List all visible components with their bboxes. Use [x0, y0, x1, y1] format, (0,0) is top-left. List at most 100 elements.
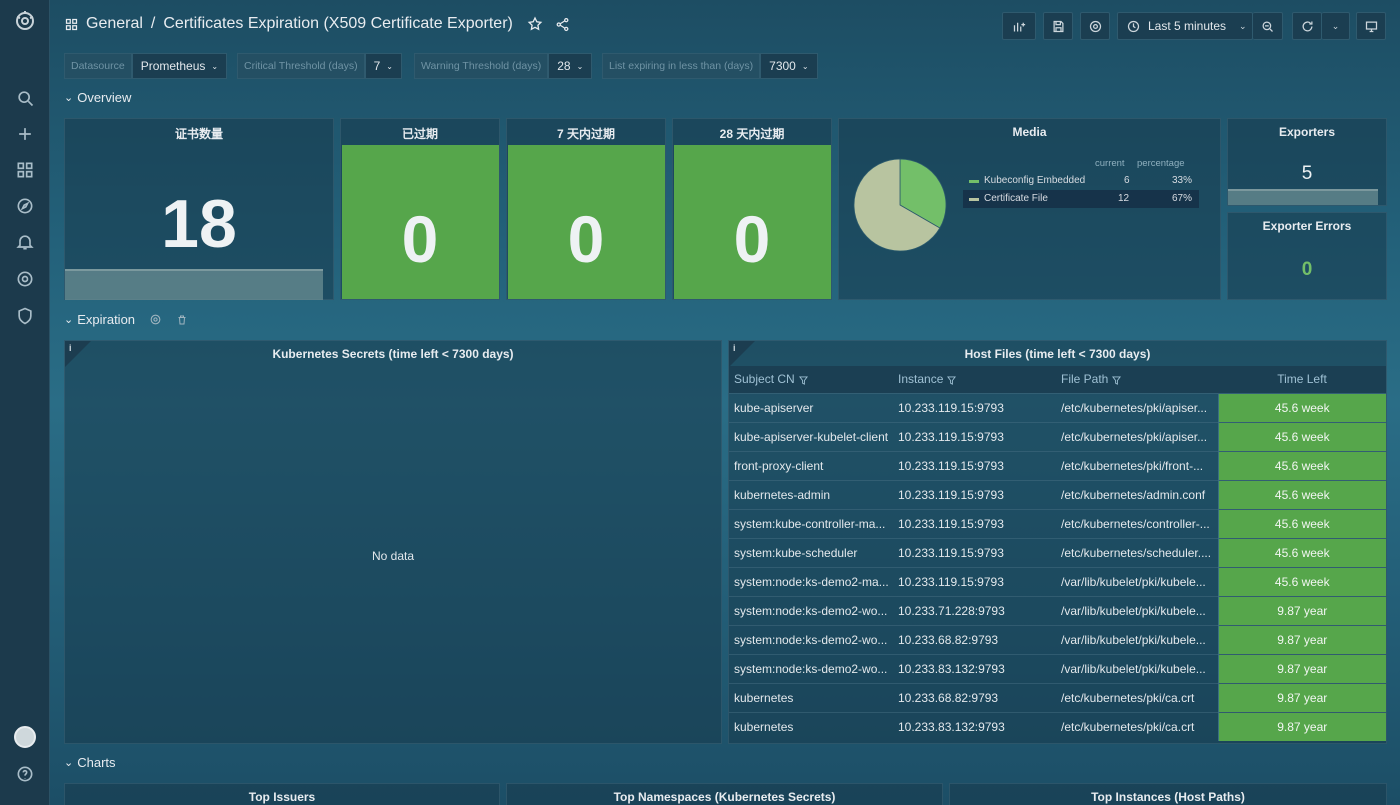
legend-item[interactable]: Certificate File 12 67%: [963, 190, 1199, 208]
cell-instance: 10.233.68.82:9793: [893, 682, 1056, 712]
panel-title: 证书数量: [174, 127, 223, 141]
bell-icon[interactable]: [13, 230, 37, 254]
cell-instance: 10.233.119.15:9793: [893, 421, 1056, 451]
chevron-down-icon: ⌄: [211, 61, 219, 71]
panel-media: Media current percentage Kubeconfig Embe…: [838, 118, 1221, 300]
cell-time-left: 9.87 year: [1217, 595, 1386, 625]
save-button[interactable]: [1043, 12, 1073, 40]
stat-value: 5: [1301, 163, 1313, 184]
panel-title: Top Instances (Host Paths): [1091, 790, 1245, 804]
help-icon[interactable]: [13, 762, 37, 786]
panel-title: Host Files (time left < 7300 days): [964, 347, 1151, 361]
row-expiration[interactable]: ⌄ Expiration: [64, 312, 188, 327]
row-title-label: Charts: [77, 755, 116, 770]
table-row[interactable]: system:kube-scheduler 10.233.119.15:9793/…: [729, 537, 1386, 567]
cell-subject-cn: front-proxy-client: [729, 450, 893, 480]
table-header-row: Subject CN Instance File Path Time Left: [729, 366, 1386, 393]
filter-icon[interactable]: [1112, 376, 1122, 385]
clock-icon: [1126, 19, 1141, 34]
plus-icon[interactable]: [13, 122, 37, 146]
cell-subject-cn: system:node:ks-demo2-ma...: [729, 566, 893, 596]
dashboards-icon[interactable]: [13, 158, 37, 182]
cell-instance: 10.233.119.15:9793: [893, 566, 1056, 596]
table-row[interactable]: kubernetes 10.233.83.132:9793/etc/kuberne…: [729, 711, 1386, 741]
dashboards-grid-icon: [64, 17, 79, 32]
settings-button[interactable]: [1080, 12, 1110, 40]
cell-file-path: /etc/kubernetes/pki/front-...: [1056, 450, 1218, 480]
table-row[interactable]: system:kube-controller-ma... 10.233.119.1…: [729, 508, 1386, 538]
cell-file-path: /etc/kubernetes/pki/ca.crt: [1056, 711, 1218, 741]
cell-time-left: 45.6 week: [1217, 537, 1386, 567]
cell-time-left: 9.87 year: [1217, 624, 1386, 654]
row-charts[interactable]: ⌄ Charts: [64, 755, 116, 770]
star-icon[interactable]: [527, 16, 543, 32]
filter-icon[interactable]: [798, 376, 808, 385]
panel-top-issuers: Top Issuers: [64, 783, 500, 805]
panel-expiring-7d: 7 天内过期 0: [506, 118, 666, 300]
cell-subject-cn: kubernetes: [729, 682, 893, 712]
avatar[interactable]: [14, 726, 36, 748]
critical-threshold-select[interactable]: 7 ⌄: [364, 53, 402, 79]
grafana-logo-icon[interactable]: [12, 8, 38, 34]
breadcrumb-folder[interactable]: General: [86, 15, 143, 33]
column-header-label: Subject CN: [734, 372, 795, 387]
time-range-label: Last 5 minutes: [1148, 19, 1227, 33]
cell-file-path: /var/lib/kubelet/pki/kubele...: [1056, 624, 1218, 654]
gear-icon[interactable]: [13, 267, 37, 291]
trash-icon[interactable]: [176, 314, 188, 326]
row-overview[interactable]: ⌄ Overview: [64, 90, 131, 105]
column-header-instance[interactable]: Instance: [893, 366, 1056, 393]
stat-value: 0: [401, 202, 439, 276]
chevron-down-icon: ⌄: [64, 92, 74, 104]
table-row[interactable]: kube-apiserver-kubelet-client 10.233.119.…: [729, 421, 1386, 451]
table-row[interactable]: kubernetes-admin 10.233.119.15:9793/etc/k…: [729, 479, 1386, 509]
page-title[interactable]: Certificates Expiration (X509 Certificat…: [163, 15, 512, 33]
add-panel-button[interactable]: [1002, 12, 1036, 40]
refresh-interval-dropdown[interactable]: ⌄: [1322, 12, 1350, 40]
cell-subject-cn: kubernetes-admin: [729, 479, 893, 509]
panel-expired: 已过期 0: [340, 118, 500, 300]
tv-mode-button[interactable]: [1356, 12, 1386, 40]
table-row[interactable]: system:node:ks-demo2-wo... 10.233.83.132:…: [729, 653, 1386, 683]
table-row[interactable]: system:node:ks-demo2-wo... 10.233.68.82:9…: [729, 624, 1386, 654]
table-row[interactable]: front-proxy-client 10.233.119.15:9793/etc…: [729, 450, 1386, 480]
cell-instance: 10.233.68.82:9793: [893, 624, 1056, 654]
column-header-time-left[interactable]: Time Left: [1218, 366, 1386, 393]
legend-percentage: 33%: [1172, 175, 1193, 186]
stat-value: 18: [161, 186, 237, 262]
panel-total-certs: 证书数量 18: [64, 118, 334, 300]
share-icon[interactable]: [555, 17, 570, 32]
shield-icon[interactable]: [13, 304, 37, 328]
column-header-file-path[interactable]: File Path: [1056, 366, 1218, 393]
column-header-subject-cn[interactable]: Subject CN: [729, 366, 893, 393]
chevron-down-icon: ⌄: [64, 314, 74, 326]
stat-value: 0: [1301, 259, 1313, 280]
chevron-down-icon: ⌄: [576, 61, 584, 71]
row-title-label: Expiration: [77, 312, 136, 327]
filter-icon[interactable]: [947, 376, 957, 385]
panel-title: 7 天内过期: [556, 127, 615, 141]
refresh-button[interactable]: [1292, 12, 1322, 40]
gear-icon[interactable]: [149, 313, 162, 326]
table-row[interactable]: kubernetes 10.233.68.82:9793/etc/kubernet…: [729, 682, 1386, 712]
variable-warning-threshold: Warning Threshold (days) 28 ⌄: [414, 53, 593, 79]
list-expiring-select[interactable]: 7300 ⌄: [760, 53, 818, 79]
table-row[interactable]: kube-apiserver 10.233.119.15:9793/etc/kub…: [729, 392, 1386, 422]
warning-threshold-select[interactable]: 28 ⌄: [548, 53, 593, 79]
legend-item[interactable]: Kubeconfig Embedded 6 33%: [963, 172, 1199, 190]
legend-label: Kubeconfig Embedded: [984, 175, 1086, 186]
time-range-picker[interactable]: Last 5 minutes ⌄: [1117, 12, 1253, 40]
cell-instance: 10.233.119.15:9793: [893, 479, 1056, 509]
cell-time-left: 9.87 year: [1217, 711, 1386, 741]
cell-file-path: /var/lib/kubelet/pki/kubele...: [1056, 566, 1218, 596]
datasource-select[interactable]: Prometheus ⌄: [131, 53, 228, 79]
cell-instance: 10.233.119.15:9793: [893, 392, 1056, 422]
variable-value: Prometheus: [140, 59, 206, 73]
cell-time-left: 9.87 year: [1217, 653, 1386, 683]
zoom-out-button[interactable]: [1253, 12, 1283, 40]
explore-icon[interactable]: [13, 194, 37, 218]
search-icon[interactable]: [13, 86, 37, 110]
table-row[interactable]: system:node:ks-demo2-wo... 10.233.71.228:…: [729, 595, 1386, 625]
table-row[interactable]: system:node:ks-demo2-ma... 10.233.119.15:…: [729, 566, 1386, 596]
cell-subject-cn: kubernetes: [729, 711, 893, 741]
